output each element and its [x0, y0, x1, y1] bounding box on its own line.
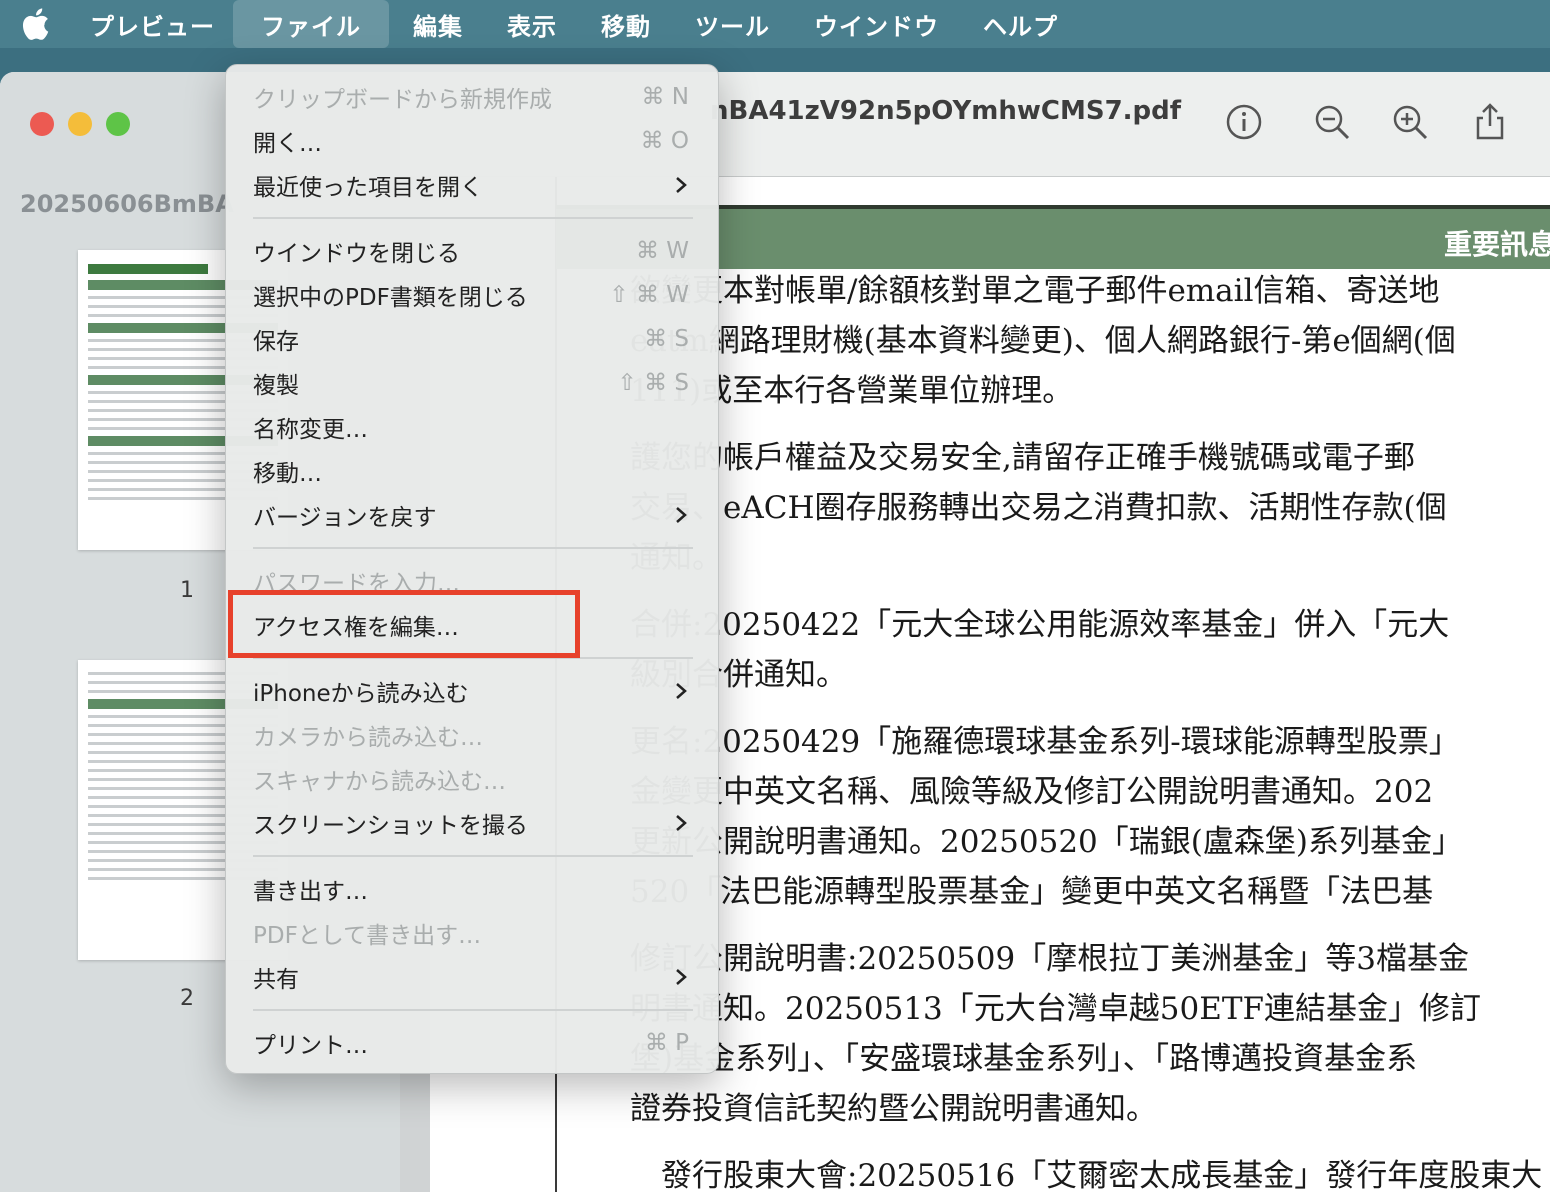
menu-item-export[interactable]: 書き出す… — [253, 867, 693, 911]
apple-icon — [22, 8, 49, 40]
chevron-right-icon — [671, 681, 691, 701]
menu-item-export-as-pdf: PDFとして書き出す… — [253, 911, 693, 955]
document-text-line: 合併:20250422「元大全球公用能源效率基金」併入「元大 — [630, 607, 1450, 643]
menu-item-label: 最近使った項目を開く — [253, 175, 483, 201]
menu-item-label: スキャナから読み込む… — [253, 769, 506, 795]
menu-separator — [253, 855, 693, 857]
chevron-right-icon — [671, 967, 691, 987]
menu-file[interactable]: ファイル — [233, 0, 389, 48]
menu-help[interactable]: ヘルプ — [961, 0, 1080, 48]
chevron-right-icon — [671, 813, 691, 833]
zoom-in-icon[interactable] — [1390, 102, 1430, 142]
document-text-line: 520「法巴能源轉型股票基金」變更中英文名稱暨「法巴基 — [630, 874, 1434, 910]
menu-separator — [253, 217, 693, 219]
window-controls — [30, 112, 130, 136]
menu-tools[interactable]: ツール — [673, 0, 792, 48]
apple-menu[interactable] — [0, 0, 72, 48]
menu-item-import-from-camera: カメラから読み込む… — [253, 713, 693, 757]
document-text-line: 更新公開說明書通知。20250520「瑞銀(盧森堡)系列基金」 — [630, 824, 1463, 860]
menu-item-shortcut: ⌘ W — [635, 238, 689, 264]
menu-item-rename[interactable]: 名称変更… — [253, 405, 693, 449]
menu-item-label: iPhoneから読み込む — [253, 681, 469, 707]
menu-edit[interactable]: 編集 — [391, 0, 485, 48]
menu-item-label: プリント… — [253, 1033, 368, 1059]
menu-bar: プレビュー ファイル 編集 表示 移動 ツール ウインドウ ヘルプ — [0, 0, 1550, 48]
document-text-line: 更名:20250429「施羅德環球基金系列-環球能源轉型股票」 — [630, 724, 1460, 760]
share-icon[interactable] — [1470, 102, 1510, 142]
menu-item-shortcut: ⇧ ⌘ W — [609, 282, 689, 308]
menu-item-label: バージョンを戻す — [253, 505, 437, 531]
document-text-line: 交易、eACH圈存服務轉出交易之消費扣款、活期性存款(個 — [630, 490, 1447, 526]
menu-item-shortcut: ⌘ N — [641, 84, 689, 110]
menu-item-shortcut: ⇧ ⌘ S — [617, 370, 690, 396]
menu-view[interactable]: 表示 — [485, 0, 579, 48]
close-window-button[interactable] — [30, 112, 54, 136]
menu-item-label: 複製 — [253, 373, 299, 399]
menu-item-import-from-iphone[interactable]: iPhoneから読み込む — [253, 669, 693, 713]
menu-item-print[interactable]: プリント… ⌘ P — [253, 1021, 693, 1065]
menu-item-share[interactable]: 共有 — [253, 955, 693, 999]
menu-item-new-from-clipboard: クリップボードから新規作成 ⌘ N — [253, 75, 693, 119]
minimize-window-button[interactable] — [68, 112, 92, 136]
menu-item-shortcut: ⌘ O — [640, 128, 689, 154]
menu-app-preview[interactable]: プレビュー — [72, 0, 231, 48]
page-number-2: 2 — [180, 986, 194, 1011]
info-icon[interactable] — [1224, 102, 1264, 142]
document-title: nBA41zV92n5pOYmhwCMS7.pdf — [710, 96, 1182, 126]
page-number-1: 1 — [180, 578, 194, 603]
document-text-line: 護您的帳戶權益及交易安全,請留存正確手機號碼或電子郵 — [630, 440, 1415, 476]
menu-item-open[interactable]: 開く… ⌘ O — [253, 119, 693, 163]
menu-item-label: ウインドウを閉じる — [253, 241, 460, 267]
menu-item-take-screenshot[interactable]: スクリーンショットを撮る — [253, 801, 693, 845]
document-text-line: 欲變更本對帳單/餘額核對單之電子郵件email信箱、寄送地 — [630, 273, 1440, 309]
menu-item-label: クリップボードから新規作成 — [253, 87, 552, 113]
menu-item-close-window[interactable]: ウインドウを閉じる ⌘ W — [253, 229, 693, 273]
zoom-window-button[interactable] — [106, 112, 130, 136]
menu-item-label: 移動… — [253, 461, 322, 487]
file-menu-dropdown: クリップボードから新規作成 ⌘ N 開く… ⌘ O 最近使った項目を開く ウインドウを閉じ… — [225, 64, 719, 1074]
menu-item-revert-to[interactable]: バージョンを戻す — [253, 493, 693, 537]
menu-item-shortcut: ⌘ P — [644, 1030, 689, 1056]
menu-item-save[interactable]: 保存 ⌘ S — [253, 317, 693, 361]
chevron-right-icon — [671, 505, 691, 525]
menu-item-move-to[interactable]: 移動… — [253, 449, 693, 493]
document-text-line: 明書通知。20250513「元大台灣卓越50ETF連結基金」修訂 — [630, 991, 1482, 1027]
menu-item-label: 保存 — [253, 329, 299, 355]
menu-item-label: 選択中のPDF書類を閉じる — [253, 285, 528, 311]
zoom-out-icon[interactable] — [1312, 102, 1352, 142]
menu-item-label: スクリーンショットを撮る — [253, 813, 528, 839]
document-text-line: 修訂公開說明書:20250509「摩根拉丁美洲基金」等3檔基金 — [630, 941, 1469, 977]
menu-item-duplicate[interactable]: 複製 ⇧ ⌘ S — [253, 361, 693, 405]
menu-item-shortcut: ⌘ S — [644, 326, 689, 352]
menu-item-label: カメラから読み込む… — [253, 725, 483, 751]
menu-go[interactable]: 移動 — [579, 0, 673, 48]
chevron-right-icon — [671, 175, 691, 195]
menu-item-label: PDFとして書き出す… — [253, 923, 482, 949]
menu-separator — [253, 547, 693, 549]
menu-item-label: 共有 — [253, 967, 299, 993]
banner-title: 重要訊息 — [1443, 228, 1550, 261]
document-text-line: 堡)基金系列」、「安盛環球基金系列」、「路博邁投資基金系 — [630, 1041, 1418, 1077]
document-text-line: 金變更中英文名稱、風險等級及修訂公開說明書通知。202 — [630, 774, 1434, 810]
sidebar-document-title: 20250606BmBA — [20, 190, 234, 218]
menu-item-label: 開く… — [253, 131, 322, 157]
menu-item-label: 書き出す… — [253, 879, 368, 905]
menu-item-label: 名称変更… — [253, 417, 368, 443]
menu-item-close-selected-pdf[interactable]: 選択中のPDF書類を閉じる ⇧ ⌘ W — [253, 273, 693, 317]
document-text-line: 發行股東大會:20250516「艾爾密太成長基金」發行年度股東大 — [630, 1158, 1543, 1192]
menu-item-open-recent[interactable]: 最近使った項目を開く — [253, 163, 693, 207]
menu-window[interactable]: ウインドウ — [792, 0, 961, 48]
highlight-box — [228, 590, 580, 658]
document-text-line: 證券投資信託契約暨公開說明書通知。 — [630, 1091, 1157, 1127]
menu-separator — [253, 1009, 693, 1011]
document-text-line: eatm網路理財機(基本資料變更)、個人網路銀行-第e個網(個 — [630, 323, 1456, 359]
menu-item-import-from-scanner: スキャナから読み込む… — [253, 757, 693, 801]
